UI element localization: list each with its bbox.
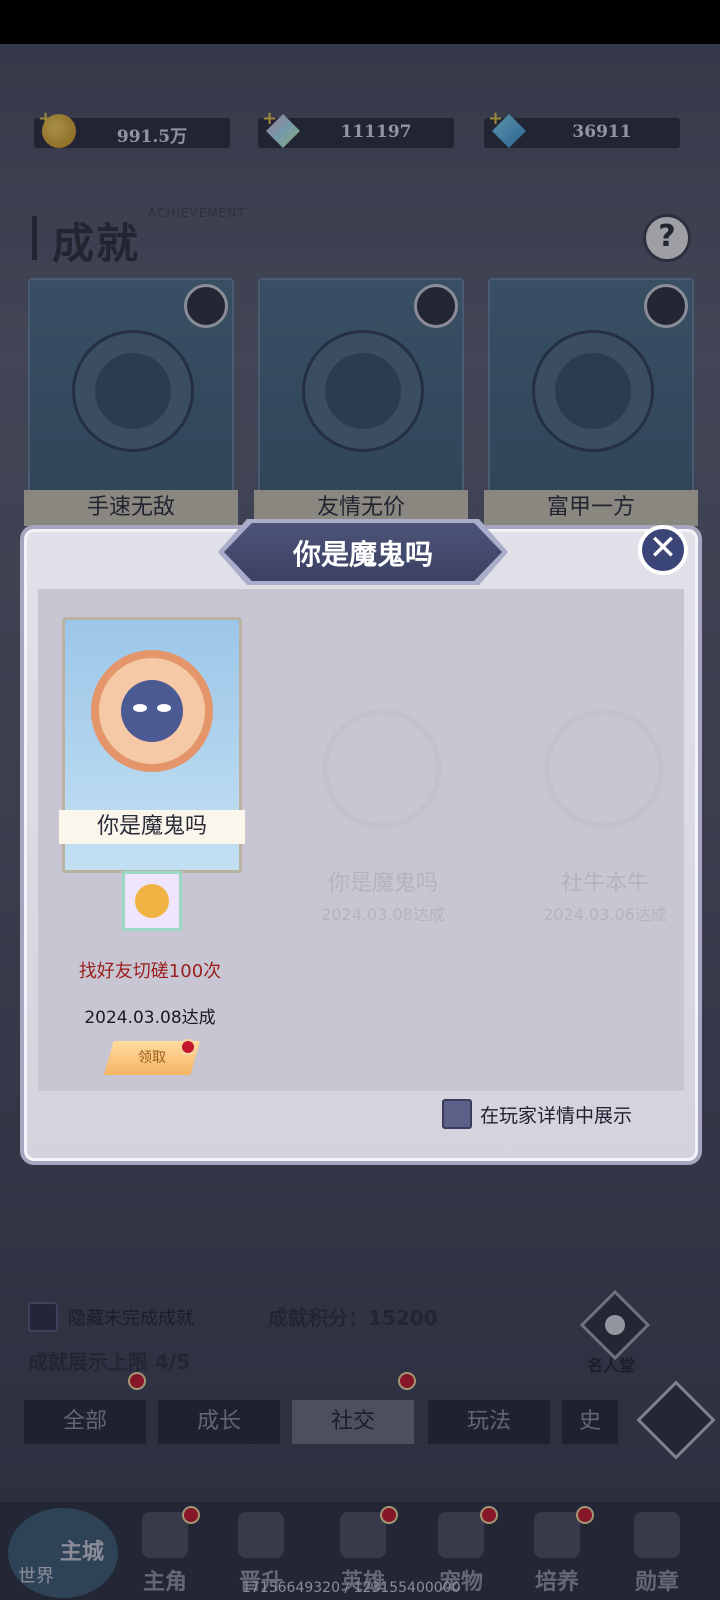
show-in-profile-checkbox[interactable] bbox=[442, 1099, 472, 1129]
reward-item[interactable] bbox=[122, 871, 182, 931]
devil-face-icon bbox=[121, 680, 183, 742]
medal-card: 你是魔鬼吗 bbox=[59, 617, 245, 873]
medal-name: 你是魔鬼吗 bbox=[59, 810, 245, 844]
ghost-name: 社牛本牛 bbox=[560, 871, 649, 896]
modal-title: 你是魔鬼吗 bbox=[292, 538, 433, 571]
achievement-detail-modal: 你是魔鬼吗 2024.03.08达成 社牛本牛 2024.03.06达成 你是魔… bbox=[20, 519, 702, 1165]
achievement-date: 2024.03.08达成 bbox=[84, 1008, 216, 1028]
achievement-condition: 找好友切磋100次 bbox=[78, 961, 222, 982]
medal-emblem-icon bbox=[544, 709, 664, 829]
notification-dot bbox=[180, 1039, 196, 1055]
show-in-profile-label: 在玩家详情中展示 bbox=[480, 1105, 633, 1127]
devil-medal-icon bbox=[91, 650, 213, 772]
ghost-achievement-card: 社牛本牛 2024.03.06达成 bbox=[510, 669, 700, 924]
close-button[interactable]: ✕ bbox=[638, 525, 688, 575]
status-bar bbox=[0, 0, 720, 44]
phoenix-reward-icon bbox=[135, 884, 169, 918]
medal-emblem-icon bbox=[322, 709, 442, 829]
ghost-name: 你是魔鬼吗 bbox=[327, 871, 438, 896]
ghost-achievement-card: 你是魔鬼吗 2024.03.08达成 bbox=[288, 669, 478, 924]
ghost-date: 2024.03.06达成 bbox=[543, 905, 667, 924]
ghost-date: 2024.03.08达成 bbox=[321, 905, 445, 924]
